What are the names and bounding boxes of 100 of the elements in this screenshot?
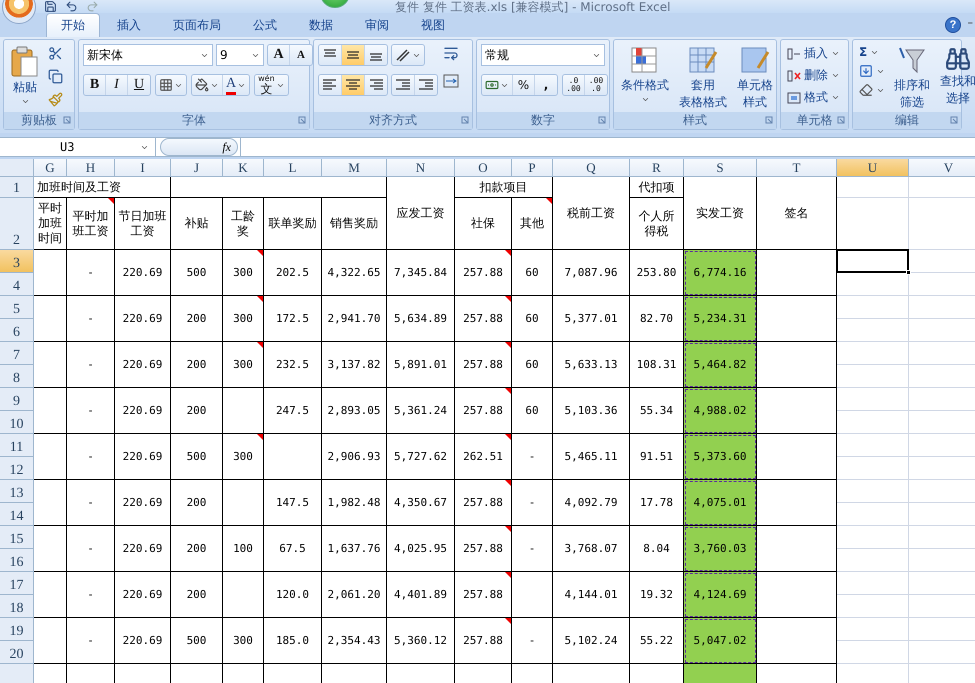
row-header[interactable]: 5 [0, 296, 34, 319]
conditional-format-button[interactable]: 条件格式 [618, 44, 672, 112]
row-header[interactable]: 18 [0, 595, 34, 618]
dialog-launcher-icon[interactable] [837, 116, 845, 124]
ribbon-tab[interactable]: 公式 [238, 13, 292, 37]
merge-cells-icon[interactable] [442, 72, 460, 90]
font-size-field[interactable]: 9 [216, 44, 264, 66]
column-header[interactable]: J [171, 159, 223, 177]
vertical-align-button[interactable] [342, 45, 365, 65]
sort-filter-button[interactable]: 排序和 筛选 [891, 44, 933, 112]
phonetic-button[interactable]: wén 文 [255, 75, 288, 95]
table-cell: - [512, 434, 553, 480]
column-header[interactable]: T [757, 159, 837, 177]
row-header[interactable]: 20 [0, 641, 34, 664]
table-format-button[interactable]: 套用 表格格式 [676, 44, 730, 112]
row-header[interactable]: 1 [0, 177, 34, 198]
bold-button[interactable]: B [84, 75, 106, 95]
column-header[interactable]: G [34, 159, 67, 177]
find-select-button[interactable]: 查找和 选择 [937, 44, 975, 112]
column-header[interactable]: N [387, 159, 455, 177]
row-header[interactable]: 19 [0, 618, 34, 641]
number-format-field[interactable]: 常规 [481, 44, 605, 66]
row-header[interactable]: 4 [0, 273, 34, 296]
ribbon-tab[interactable]: 审阅 [350, 13, 404, 37]
column-header[interactable]: H [67, 159, 115, 177]
cell-styles-button[interactable]: 单元格 样式 [734, 44, 776, 112]
dialog-launcher-icon[interactable] [63, 116, 71, 124]
row-header[interactable]: 10 [0, 411, 34, 434]
italic-button[interactable]: I [106, 75, 128, 95]
minimize-button[interactable]: – [968, 16, 973, 29]
row-header[interactable]: 8 [0, 365, 34, 388]
row-header[interactable]: 16 [0, 549, 34, 572]
column-header[interactable]: U [837, 159, 909, 177]
row-header[interactable]: 6 [0, 319, 34, 342]
column-header[interactable]: P [512, 159, 553, 177]
table-cell: 3,768.07 [553, 526, 630, 572]
fill-handle[interactable] [906, 270, 911, 275]
shrink-font-button[interactable]: A [290, 45, 312, 65]
office-button[interactable] [2, 0, 36, 24]
help-button[interactable]: ? [945, 17, 961, 33]
insert-button[interactable]: 插入 [785, 44, 842, 63]
row-header[interactable]: 14 [0, 503, 34, 526]
ribbon-tab[interactable]: 数据 [294, 13, 348, 37]
decrease-decimal-button[interactable]: .00 .0 [585, 75, 607, 95]
column-header[interactable]: Q [553, 159, 630, 177]
undo-icon[interactable] [65, 0, 78, 13]
increase-decimal-button[interactable]: .0 .00 [563, 75, 585, 95]
column-header[interactable]: S [684, 159, 757, 177]
row-header[interactable]: 11 [0, 434, 34, 457]
column-header[interactable]: V [909, 159, 975, 177]
autosum-button[interactable]: Σ [857, 44, 887, 60]
row-header[interactable]: 3 [0, 250, 34, 273]
row-header[interactable]: 7 [0, 342, 34, 365]
format-painter-icon[interactable] [46, 90, 64, 108]
dialog-launcher-icon[interactable] [765, 116, 773, 124]
column-heading: 联单奖励 [264, 198, 322, 250]
table-cell: 257.88 [455, 618, 512, 664]
ribbon-tab[interactable]: 开始 [46, 13, 100, 37]
dialog-launcher-icon[interactable] [298, 116, 306, 124]
delete-button[interactable]: 删除 [785, 66, 842, 85]
selected-cell[interactable] [836, 249, 909, 273]
column-header[interactable]: I [115, 159, 171, 177]
ribbon-tab[interactable]: 插入 [102, 13, 156, 37]
grow-font-button[interactable]: A [268, 45, 290, 65]
column-header[interactable]: R [630, 159, 684, 177]
column-heading: 销售奖励 [322, 198, 387, 250]
table-cell: 5,102.24 [553, 618, 630, 664]
column-header[interactable]: O [455, 159, 512, 177]
row-header[interactable]: 12 [0, 457, 34, 480]
format-button[interactable]: 格式 [785, 88, 842, 107]
row-header[interactable]: 13 [0, 480, 34, 503]
font-color-button[interactable]: A [223, 75, 250, 95]
column-header[interactable]: L [264, 159, 322, 177]
row-header[interactable]: 2 [0, 198, 34, 250]
ribbon-tab[interactable]: 视图 [406, 13, 460, 37]
row-header[interactable]: 9 [0, 388, 34, 411]
table-cell: 220.69 [115, 342, 171, 388]
name-box[interactable]: U3 [0, 138, 156, 156]
paste-button[interactable]: 粘贴 [8, 44, 42, 112]
column-header[interactable]: K [223, 159, 264, 177]
row-header[interactable]: 17 [0, 572, 34, 595]
table-cell: 4,075.01 [684, 480, 757, 526]
save-icon[interactable] [44, 0, 57, 13]
percent-button[interactable]: % [513, 75, 535, 95]
copy-icon[interactable] [46, 67, 64, 85]
group-label: 样式 [683, 112, 707, 129]
font-name-field[interactable]: 新宋体 [83, 44, 213, 66]
column-header[interactable]: M [322, 159, 387, 177]
table-cell: 257.88 [455, 572, 512, 618]
dialog-launcher-icon[interactable] [461, 116, 469, 124]
dialog-launcher-icon[interactable] [950, 116, 958, 124]
dialog-launcher-icon[interactable] [598, 116, 606, 124]
underline-button[interactable]: U [128, 75, 150, 95]
ribbon-tab[interactable]: 页面布局 [158, 13, 236, 37]
diagonal-text-icon [395, 48, 411, 62]
row-header[interactable]: 15 [0, 526, 34, 549]
insert-function-button[interactable]: fx [160, 138, 238, 156]
comma-button[interactable]: , [535, 75, 557, 95]
group-label: 编辑 [895, 112, 919, 129]
horizontal-align-button[interactable] [342, 75, 365, 95]
